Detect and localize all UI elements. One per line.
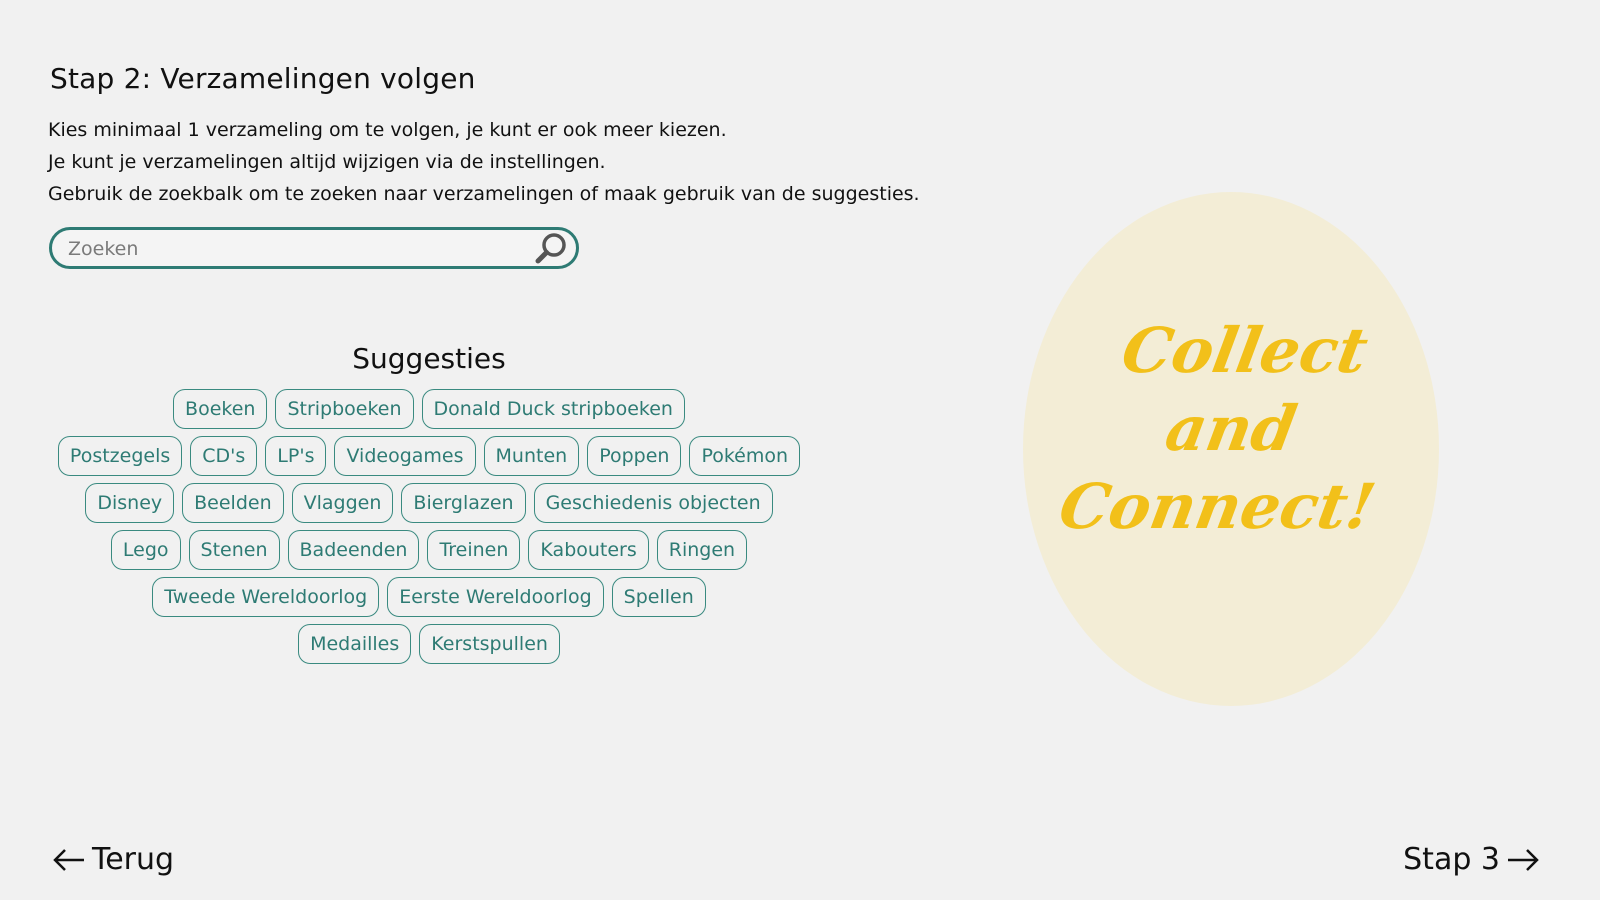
- suggestion-chip-postzegels[interactable]: Postzegels: [57, 436, 183, 476]
- suggestion-chip-munten[interactable]: Munten: [483, 436, 580, 476]
- suggestion-row: Disney Beelden Vlaggen Bierglazen Geschieden…: [0, 483, 858, 523]
- suggestion-chip-cd-s[interactable]: CD's: [190, 436, 258, 476]
- back-button[interactable]: Terug: [52, 842, 174, 877]
- suggestion-chip-stripboeken[interactable]: Stripboeken: [275, 389, 414, 429]
- suggestion-chip-beelden[interactable]: Beelden: [182, 483, 284, 523]
- suggestion-chip-boeken[interactable]: Boeken: [173, 389, 268, 429]
- next-step-button[interactable]: Stap 3: [1403, 842, 1540, 877]
- suggestion-row: Boeken Stripboeken Donald Duck stripboeken: [0, 389, 858, 429]
- page-title: Stap 2: Verzamelingen volgen: [50, 62, 476, 95]
- arrow-left-icon: [53, 848, 84, 871]
- suggestion-chip-lego[interactable]: Lego: [110, 530, 181, 570]
- search-input[interactable]: [66, 234, 510, 264]
- suggestion-chip-tweede-wereldoorlog[interactable]: Tweede Wereldoorlog: [152, 577, 380, 617]
- search-bar: [49, 227, 579, 269]
- suggestion-chip-medailles[interactable]: Medailles: [298, 624, 412, 664]
- suggestion-chip-vlaggen[interactable]: Vlaggen: [291, 483, 394, 523]
- suggestion-chip-disney[interactable]: Disney: [85, 483, 175, 523]
- suggestion-row: Medailles Kerstspullen: [0, 624, 858, 664]
- suggestions-title: Suggesties: [352, 342, 506, 375]
- suggestion-chip-kerstspullen[interactable]: Kerstspullen: [419, 624, 560, 664]
- suggestion-chip-stenen[interactable]: Stenen: [188, 530, 280, 570]
- instruction-line: Kies minimaal 1 verzameling om te volgen…: [48, 119, 727, 141]
- slogan-line: and: [1160, 392, 1302, 465]
- suggestion-chip-ringen[interactable]: Ringen: [656, 530, 748, 570]
- instruction-line: Je kunt je verzamelingen altijd wijzigen…: [48, 151, 606, 173]
- search-icon[interactable]: [534, 231, 570, 265]
- suggestion-chip-poppen[interactable]: Poppen: [587, 436, 682, 476]
- suggestion-chip-donald-duck-stripboeken[interactable]: Donald Duck stripboeken: [421, 389, 685, 429]
- suggestion-chip-lp-s[interactable]: LP's: [265, 436, 327, 476]
- suggestion-row: Postzegels CD's LP's Videogames Munten Poppen…: [0, 436, 858, 476]
- suggestion-row: Lego Stenen Badeenden Treinen Kabouters Ringe…: [0, 530, 858, 570]
- slogan-line: Collect: [1116, 314, 1374, 387]
- slogan-line: Connect!: [1053, 470, 1381, 543]
- suggestion-chip-geschiedenis-objecten[interactable]: Geschiedenis objecten: [533, 483, 773, 523]
- suggestion-chip-pokemon[interactable]: Pokémon: [689, 436, 801, 476]
- suggestion-chip-treinen[interactable]: Treinen: [427, 530, 521, 570]
- suggestion-row: Tweede Wereldoorlog Eerste Wereldoorlog Sp…: [0, 577, 858, 617]
- arrow-right-icon: [1508, 848, 1539, 871]
- instruction-line: Gebruik de zoekbalk om te zoeken naar ve…: [48, 183, 920, 205]
- suggestion-chip-eerste-wereldoorlog[interactable]: Eerste Wereldoorlog: [387, 577, 604, 617]
- suggestion-chip-kabouters[interactable]: Kabouters: [528, 530, 649, 570]
- suggestion-chip-badeenden[interactable]: Badeenden: [287, 530, 420, 570]
- suggestion-chip-bierglazen[interactable]: Bierglazen: [401, 483, 526, 523]
- back-label: Terug: [92, 842, 175, 877]
- slogan-text: Collect and Connect!: [1002, 312, 1459, 546]
- suggestion-chip-videogames[interactable]: Videogames: [334, 436, 476, 476]
- suggestion-chip-spellen[interactable]: Spellen: [611, 577, 706, 617]
- instructions: Kies minimaal 1 verzameling om te volgen…: [48, 114, 920, 210]
- next-label: Stap 3: [1403, 842, 1500, 877]
